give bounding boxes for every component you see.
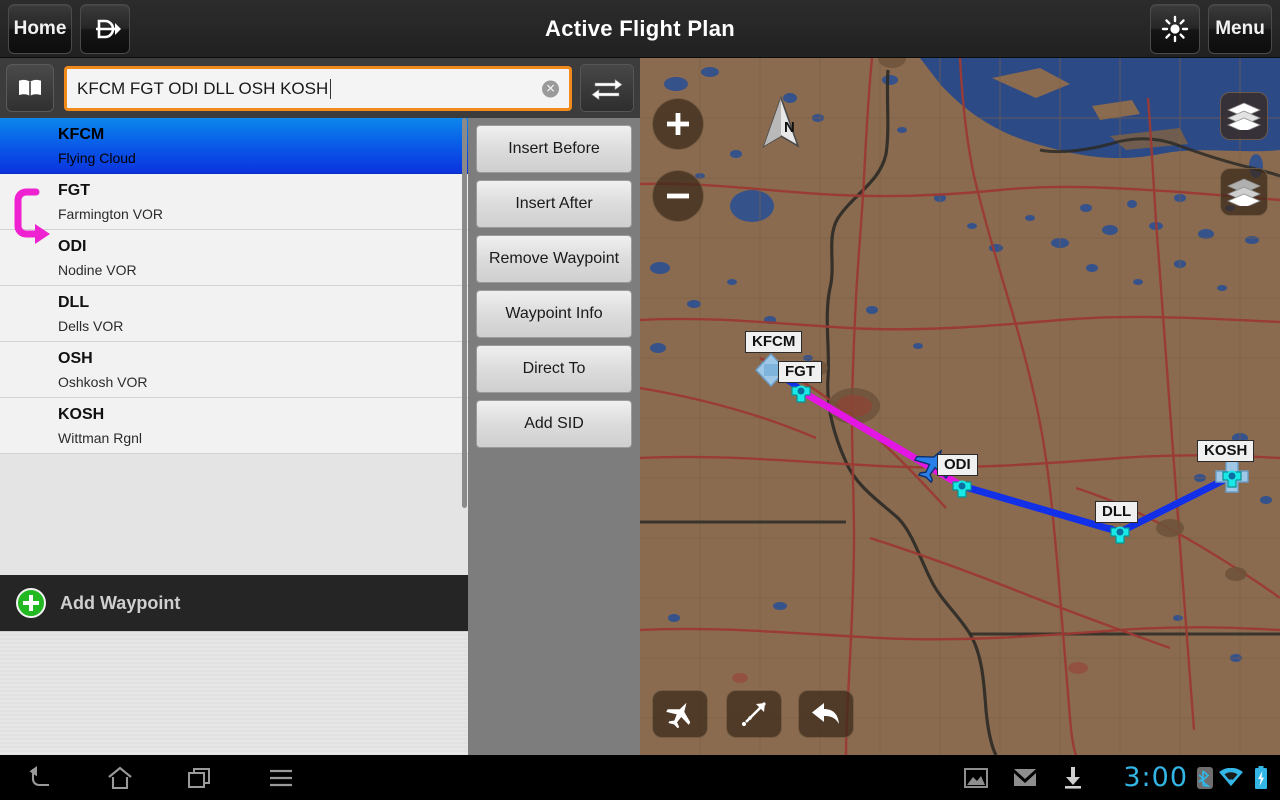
- waypoint-code: DLL: [58, 294, 90, 311]
- status-image-icon: [958, 755, 994, 800]
- text-caret: [330, 78, 332, 99]
- zoom-in-button[interactable]: [652, 98, 704, 150]
- action-button-remove-waypoint[interactable]: Remove Waypoint: [476, 235, 632, 283]
- list-empty-area: [0, 631, 468, 755]
- map-layers-alt-icon: [1227, 178, 1261, 206]
- action-button-insert-before[interactable]: Insert Before: [476, 125, 632, 173]
- map-label-fgt: FGT: [778, 361, 822, 383]
- action-button-label: Insert Before: [508, 140, 600, 157]
- menu-icon: [270, 769, 292, 786]
- home-icon: [108, 766, 132, 789]
- brightness-button[interactable]: [1150, 4, 1200, 54]
- back-icon: [29, 765, 49, 786]
- waypoint-code: ODI: [58, 238, 87, 255]
- list-scrollbar[interactable]: [462, 118, 467, 508]
- status-bluetooth-icon: [1194, 755, 1216, 800]
- zoom-out-icon: [667, 193, 689, 199]
- book-icon: [19, 79, 41, 96]
- north-arrow-icon: N: [762, 96, 800, 148]
- action-button-label: Insert After: [515, 195, 593, 212]
- map-label-odi: ODI: [937, 454, 978, 476]
- waypoint-name: Oshkosh VOR: [58, 374, 148, 390]
- add-waypoint-row[interactable]: Add Waypoint: [0, 575, 468, 631]
- flight-plan-screen: Home Active Flight Plan Menu KFCM FGT OD…: [0, 0, 1280, 800]
- status-battery-icon: [1250, 755, 1272, 800]
- airplane-icon: [666, 702, 691, 728]
- action-button-label: Direct To: [522, 360, 586, 377]
- waypoint-code: OSH: [58, 350, 93, 367]
- brightness-sun-icon: [1161, 15, 1189, 43]
- menu-button-label: Menu: [1215, 18, 1265, 39]
- svg-text:N: N: [784, 119, 795, 136]
- center-on-aircraft-button[interactable]: [652, 690, 708, 738]
- plus-circle-icon: [16, 588, 46, 618]
- back-arrow-icon: [812, 703, 839, 724]
- waypoint-row[interactable]: ODI Nodine VOR: [0, 230, 468, 286]
- route-input[interactable]: KFCM FGT ODI DLL OSH KOSH: [77, 79, 328, 99]
- gmail-icon: [1014, 769, 1036, 786]
- flight-plan-library-button[interactable]: [6, 64, 54, 112]
- action-button-waypoint-info[interactable]: Waypoint Info: [476, 290, 632, 338]
- zoom-out-button[interactable]: [652, 170, 704, 222]
- waypoint-name: Wittman Rgnl: [58, 430, 143, 446]
- action-button-label: Remove Waypoint: [488, 250, 620, 267]
- reverse-route-icon: [591, 78, 623, 101]
- action-button-add-sid[interactable]: Add SID: [476, 400, 632, 448]
- map-canvas: [640, 58, 1280, 755]
- action-button-label: Add SID: [524, 415, 584, 432]
- menu-button[interactable]: Menu: [1208, 4, 1272, 54]
- route-view-icon: [741, 702, 766, 727]
- map-back-button[interactable]: [798, 690, 854, 738]
- map-layers-alt-button[interactable]: [1220, 168, 1268, 216]
- waypoint-row[interactable]: DLL Dells VOR: [0, 286, 468, 342]
- map-label-dll: DLL: [1095, 501, 1139, 523]
- android-system-bar: 3:00: [0, 755, 1280, 800]
- status-download-icon: [1058, 755, 1088, 800]
- map-view[interactable]: KFCM FGT ODI DLL KOSH N: [640, 58, 1280, 755]
- waypoint-list[interactable]: KFCM Flying Cloud FGT Farmington VOR ODI Nodi…: [0, 118, 468, 755]
- waypoint-code: KOSH: [58, 406, 105, 423]
- waypoint-code: KFCM: [58, 126, 105, 143]
- waypoint-name: Nodine VOR: [58, 262, 137, 278]
- action-button-direct-to[interactable]: Direct To: [476, 345, 632, 393]
- add-waypoint-label: Add Waypoint: [60, 592, 181, 613]
- waypoint-name: Flying Cloud: [58, 150, 136, 166]
- map-layers-button[interactable]: [1220, 92, 1268, 140]
- map-label-kfcm: KFCM: [745, 331, 803, 353]
- waypoint-name: Dells VOR: [58, 318, 124, 334]
- wifi-icon: [1219, 767, 1243, 786]
- nav-back-button[interactable]: [0, 755, 80, 800]
- nav-home-button[interactable]: [80, 755, 160, 800]
- route-input-wrapper[interactable]: KFCM FGT ODI DLL OSH KOSH ✕: [64, 66, 572, 111]
- waypoint-name: Farmington VOR: [58, 206, 164, 222]
- route-entry-bar: KFCM FGT ODI DLL OSH KOSH ✕: [0, 58, 640, 118]
- zoom-in-icon: [667, 113, 689, 135]
- status-clock: 3:00: [1123, 762, 1188, 793]
- nav-menu-button[interactable]: [241, 755, 321, 800]
- route-view-button[interactable]: [726, 690, 782, 738]
- recents-icon: [188, 767, 210, 788]
- nav-recents-button[interactable]: [160, 755, 240, 800]
- waypoint-row[interactable]: KOSH Wittman Rgnl: [0, 398, 468, 454]
- page-title: Active Flight Plan: [545, 16, 735, 41]
- action-button-insert-after[interactable]: Insert After: [476, 180, 632, 228]
- map-layers-icon: [1227, 102, 1261, 130]
- reverse-route-button[interactable]: [580, 64, 634, 112]
- waypoint-row[interactable]: OSH Oshkosh VOR: [0, 342, 468, 398]
- waypoint-actions-panel: Insert Before Insert After Remove Waypoint…: [468, 118, 640, 755]
- clear-input-icon[interactable]: ✕: [542, 80, 559, 97]
- map-label-kosh: KOSH: [1197, 440, 1255, 462]
- direct-to-leg-indicator: [14, 188, 50, 244]
- image-icon: [964, 767, 988, 788]
- status-wifi-icon: [1218, 755, 1244, 800]
- app-top-bar: Home Active Flight Plan Menu: [0, 0, 1280, 58]
- action-button-label: Waypoint Info: [505, 305, 603, 322]
- download-icon: [1065, 766, 1081, 789]
- battery-charging-icon: [1255, 765, 1267, 789]
- waypoint-row[interactable]: FGT Farmington VOR: [0, 174, 468, 230]
- waypoint-code: FGT: [58, 182, 90, 199]
- waypoint-row[interactable]: KFCM Flying Cloud: [0, 118, 468, 174]
- status-gmail-icon: [1008, 755, 1042, 800]
- bluetooth-icon: [1197, 766, 1213, 789]
